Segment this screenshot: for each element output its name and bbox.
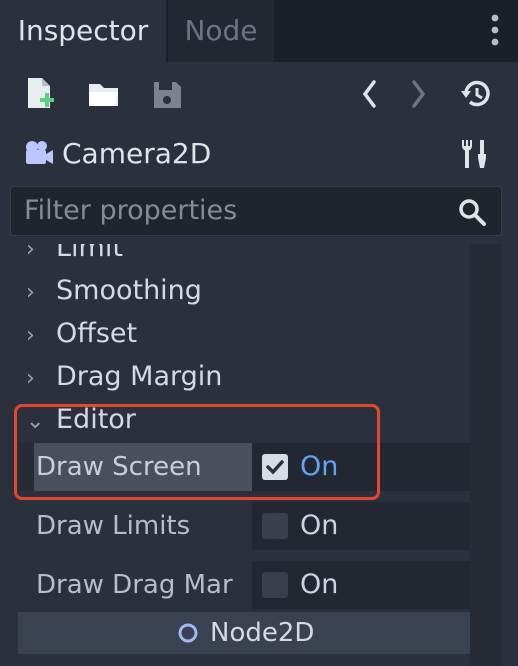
section-drag-margin[interactable]: › Drag Margin	[26, 357, 222, 397]
filter-placeholder: Filter properties	[24, 195, 238, 226]
chevron-right-icon: ›	[26, 366, 35, 391]
forward-icon[interactable]	[406, 74, 430, 114]
section-smoothing[interactable]: › Smoothing	[26, 271, 202, 311]
draw-limits-checkbox[interactable]	[262, 513, 288, 539]
draw-drag-margin-value: On	[300, 569, 339, 600]
new-resource-icon[interactable]	[22, 74, 56, 114]
highlight-box	[14, 404, 380, 500]
tools-icon[interactable]	[458, 134, 492, 174]
tab-node[interactable]: Node	[168, 0, 274, 62]
chevron-right-icon: ›	[26, 280, 35, 305]
search-icon	[456, 196, 490, 230]
chevron-right-icon: ›	[26, 323, 35, 348]
inherited-class-label: Node2D	[210, 618, 315, 648]
save-icon[interactable]	[150, 74, 184, 114]
back-icon[interactable]	[358, 74, 382, 114]
history-icon[interactable]	[458, 74, 492, 114]
tab-inspector[interactable]: Inspector	[0, 0, 166, 62]
scrollbar[interactable]	[470, 244, 502, 666]
node2d-icon	[176, 621, 200, 645]
draw-limits-value: On	[300, 510, 339, 541]
camera-icon	[22, 134, 56, 174]
property-label-draw-drag-margin: Draw Drag Mar	[36, 570, 233, 600]
kebab-menu-icon[interactable]	[480, 12, 510, 52]
section-offset[interactable]: › Offset	[26, 314, 137, 354]
open-folder-icon[interactable]	[86, 74, 122, 114]
object-name: Camera2D	[62, 137, 212, 170]
property-label-draw-limits: Draw Limits	[36, 511, 191, 541]
draw-drag-margin-checkbox[interactable]	[262, 572, 288, 598]
